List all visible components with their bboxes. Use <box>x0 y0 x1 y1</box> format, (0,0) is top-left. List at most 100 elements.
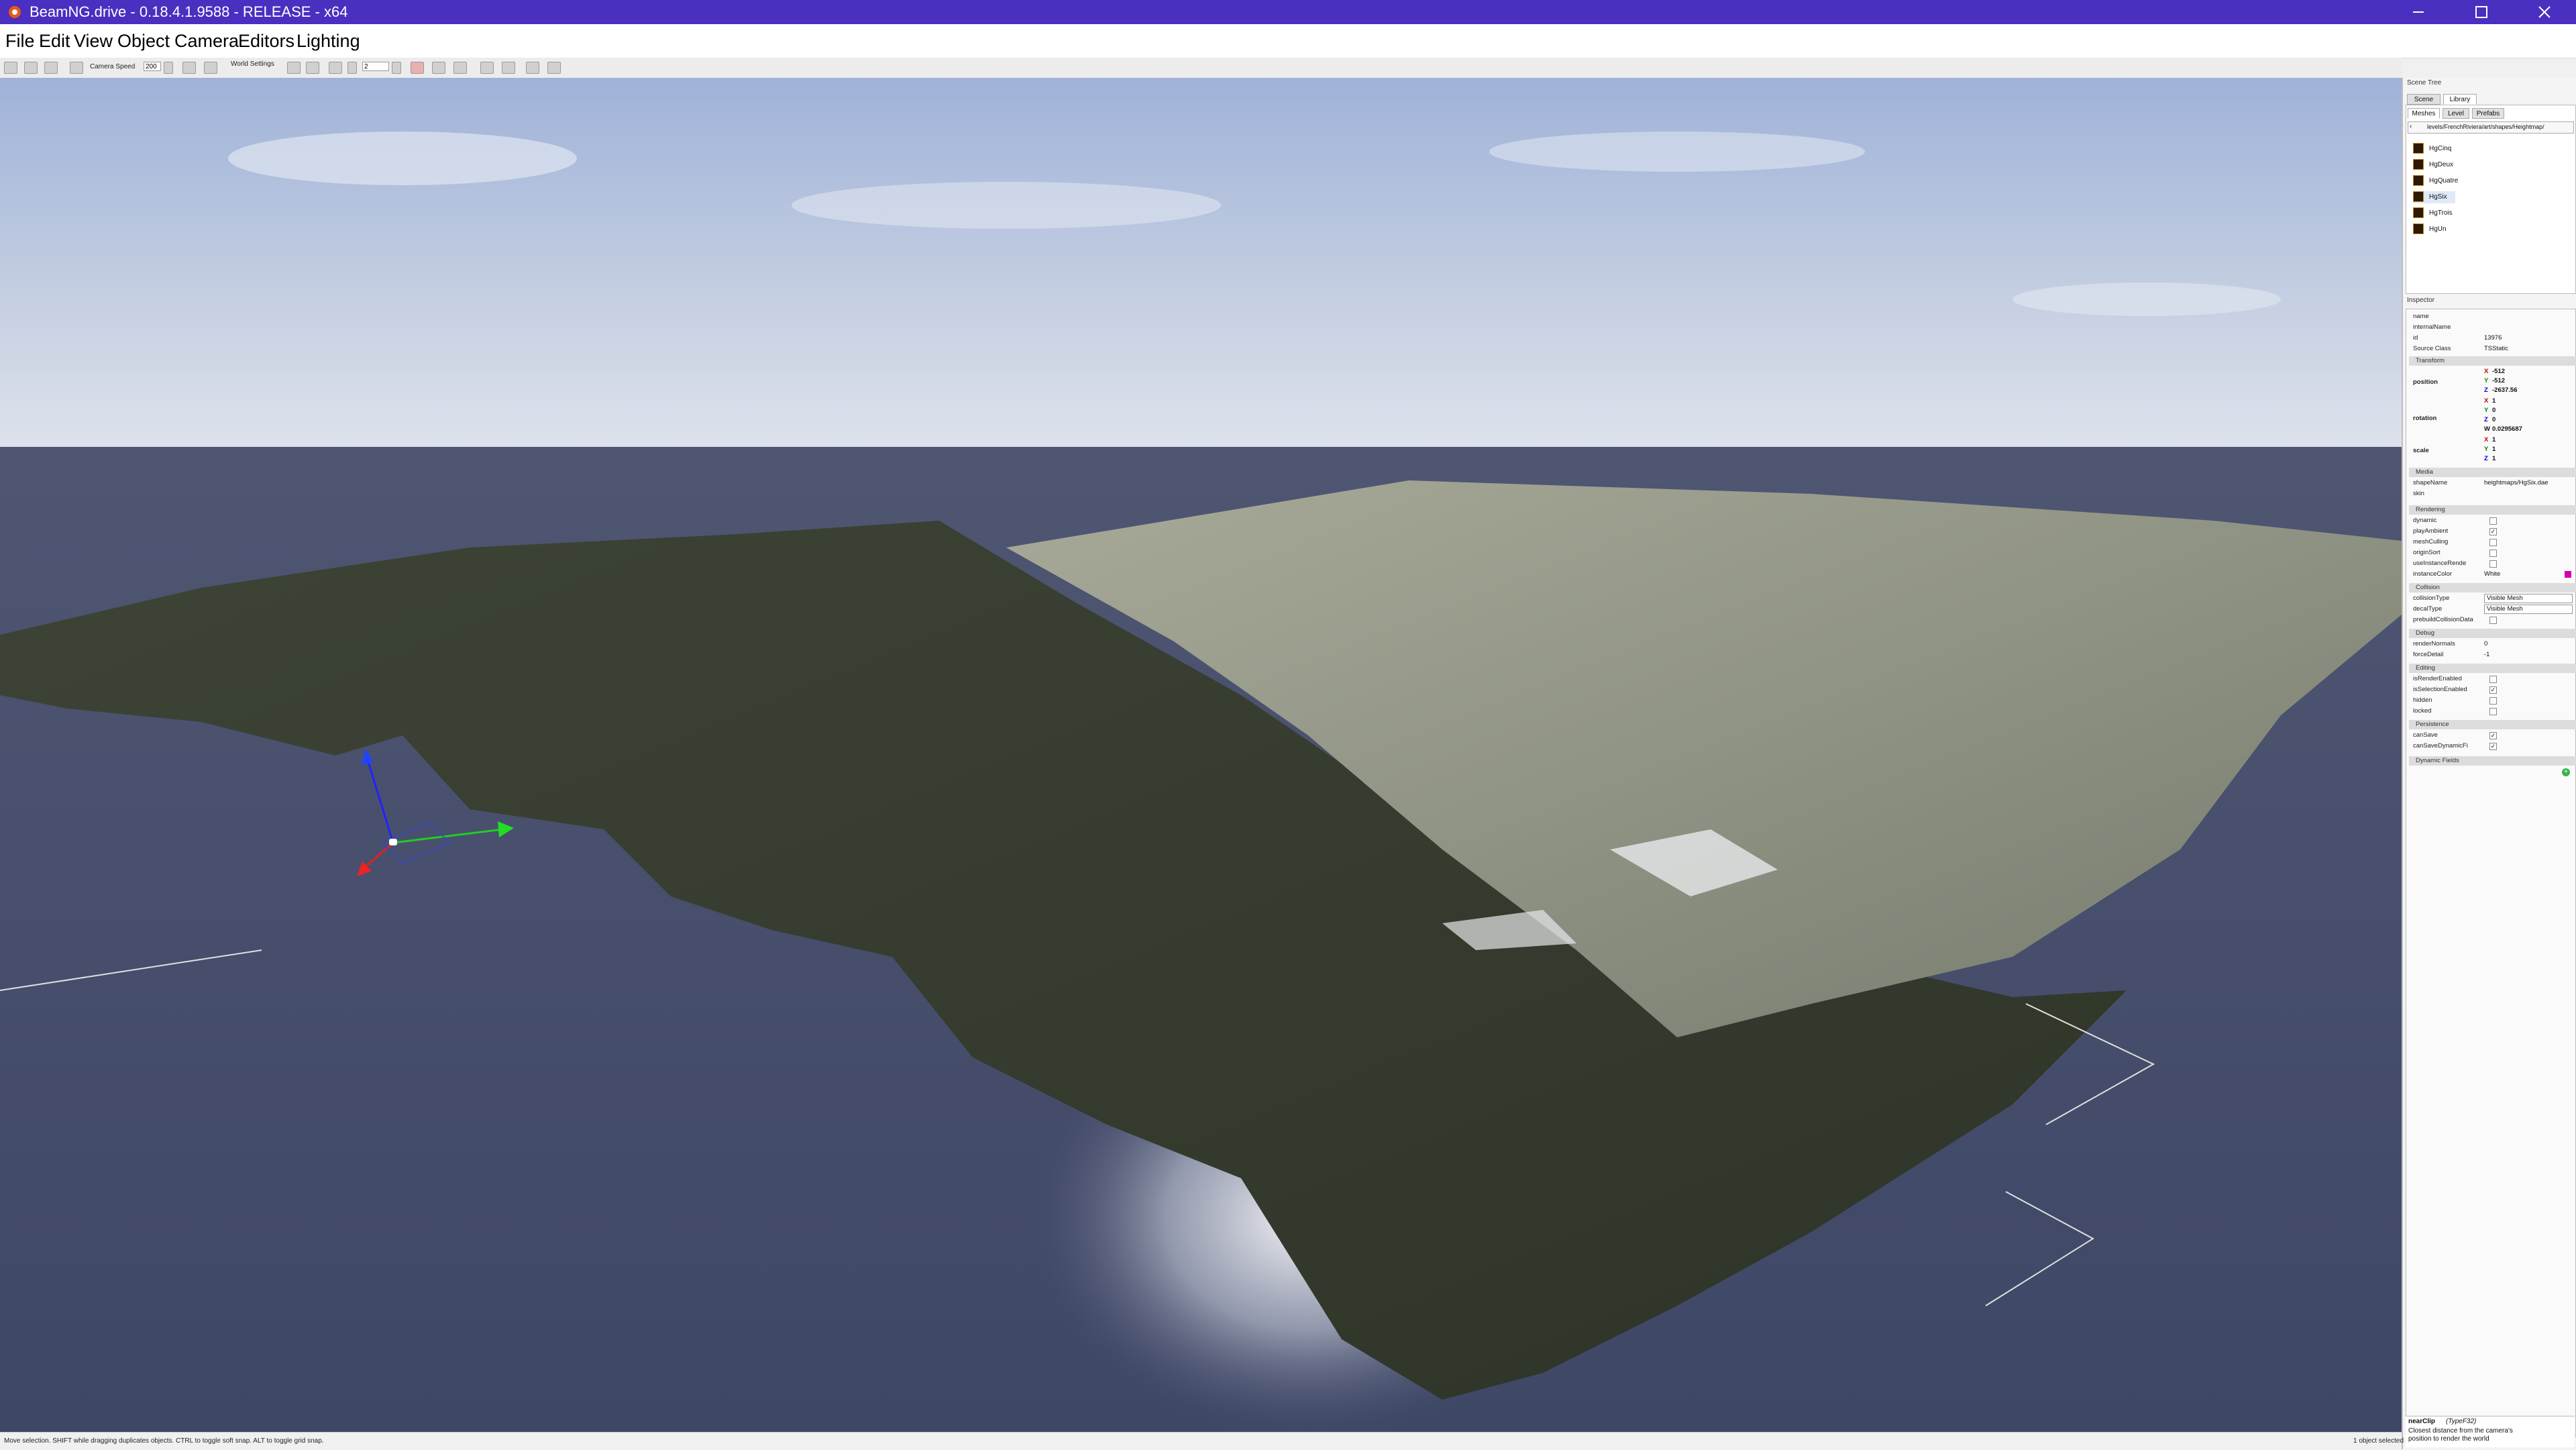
can-save-dynamic-checkbox[interactable]: ✓ <box>2489 743 2497 750</box>
position-y-field[interactable]: Y -512 <box>2484 376 2505 386</box>
snap-toggle-button[interactable] <box>287 62 301 74</box>
rotation-x-field[interactable]: X1 <box>2484 397 2496 406</box>
grid-button[interactable] <box>306 62 319 74</box>
tab-library[interactable]: Library <box>2443 94 2477 105</box>
library-item[interactable]: HgQuatre <box>2413 175 2458 187</box>
field-label: dynamic <box>2413 517 2437 524</box>
use-instance-render-checkbox[interactable] <box>2489 560 2497 568</box>
menu-object[interactable]: Object <box>117 31 170 51</box>
new-level-button[interactable] <box>4 62 17 74</box>
fullscreen-button[interactable] <box>204 62 217 74</box>
settings-button[interactable] <box>432 62 445 74</box>
section-persistence[interactable]: Persistence <box>2409 720 2576 729</box>
right-panel: Scene Tree Scene Library Meshes Level Pr… <box>2402 78 2576 1449</box>
field-source-class-value: TSStatic <box>2484 345 2508 352</box>
menu-view[interactable]: View <box>74 31 113 51</box>
snap-spinner[interactable] <box>392 62 401 74</box>
shape-name-value[interactable]: heightmaps/HgSix.dae <box>2484 478 2558 488</box>
back-arrow-icon[interactable]: ‹ <box>2410 123 2412 130</box>
menu-edit[interactable]: Edit <box>39 31 70 51</box>
rotation-z-field[interactable]: Z0 <box>2484 415 2496 425</box>
section-media[interactable]: Media <box>2409 468 2576 477</box>
scale-x-field[interactable]: X1 <box>2484 435 2496 445</box>
section-rendering[interactable]: Rendering <box>2409 505 2576 515</box>
snap-value-input[interactable]: 2 <box>362 62 389 71</box>
bounds-button[interactable] <box>329 62 342 74</box>
lighting-button[interactable] <box>453 62 467 74</box>
close-button[interactable] <box>2514 0 2575 24</box>
section-dynamic-fields[interactable]: Dynamic Fields <box>2409 756 2576 766</box>
menu-editors[interactable]: Editors <box>238 31 294 51</box>
scale-z-field[interactable]: Z1 <box>2484 454 2496 464</box>
drop-button[interactable] <box>480 62 494 74</box>
library-item[interactable]: HgCinq <box>2413 143 2451 155</box>
play-button[interactable] <box>44 62 58 74</box>
help-text: position to render the world <box>2408 1435 2489 1443</box>
vehicle-button[interactable] <box>526 62 539 74</box>
path-bar[interactable]: ‹ levels/FrenchRiviera/art/shapes/Height… <box>2408 121 2574 134</box>
translate-gizmo-icon[interactable] <box>342 749 523 903</box>
hidden-checkbox[interactable] <box>2489 697 2497 705</box>
open-level-button[interactable] <box>24 62 38 74</box>
bug-button[interactable] <box>547 62 561 74</box>
rotation-w-field[interactable]: W 0.0295687 <box>2484 425 2522 434</box>
library-item[interactable]: HgDeux <box>2413 159 2453 171</box>
field-label: decalType <box>2413 605 2443 613</box>
help-type: (TypeF32) <box>2446 1418 2477 1425</box>
tab-scene[interactable]: Scene <box>2407 94 2440 105</box>
camera-speed-spinner[interactable] <box>164 62 173 74</box>
section-editing[interactable]: Editing <box>2409 664 2576 673</box>
decal-type-select[interactable]: Visible Mesh <box>2484 605 2573 614</box>
minimize-button[interactable] <box>2388 0 2449 24</box>
menu-bar: File Edit View Object Camera Editors Lig… <box>0 24 2576 58</box>
world-settings-label[interactable]: World Settings <box>231 60 274 68</box>
3d-viewport[interactable] <box>0 78 2402 1432</box>
visibility-button[interactable] <box>182 62 196 74</box>
camera-speed-input[interactable]: 200 <box>144 62 161 71</box>
scene-tree-header: Scene Tree <box>2407 79 2442 87</box>
rotation-y-field[interactable]: Y0 <box>2484 406 2496 415</box>
field-label: name <box>2413 313 2429 320</box>
help-title: nearClip <box>2408 1418 2436 1425</box>
is-selection-enabled-checkbox[interactable]: ✓ <box>2489 686 2497 694</box>
dynamic-checkbox[interactable] <box>2489 517 2497 525</box>
status-selection: 1 object selected <box>2353 1437 2404 1445</box>
field-label: useInstanceRende <box>2413 560 2467 567</box>
position-z-field[interactable]: Z -2637.56 <box>2484 386 2518 395</box>
color-swatch[interactable] <box>2565 571 2571 578</box>
add-field-icon[interactable]: + <box>2562 768 2570 776</box>
instance-color-value[interactable]: White <box>2484 570 2500 579</box>
menu-file[interactable]: File <box>5 31 35 51</box>
field-id-value: 13976 <box>2484 334 2502 342</box>
force-detail-value[interactable]: -1 <box>2484 650 2489 660</box>
subtab-level[interactable]: Level <box>2443 108 2469 119</box>
subtab-meshes[interactable]: Meshes <box>2408 108 2440 119</box>
text-tool-button[interactable] <box>502 62 515 74</box>
field-label: forceDetail <box>2413 651 2444 658</box>
prebuild-collision-checkbox[interactable] <box>2489 617 2497 624</box>
menu-lighting[interactable]: Lighting <box>297 31 360 51</box>
maximize-button[interactable] <box>2451 0 2512 24</box>
position-x-field[interactable]: X -512 <box>2484 367 2505 376</box>
collision-type-select[interactable]: Visible Mesh <box>2484 594 2573 603</box>
origin-sort-checkbox[interactable] <box>2489 550 2497 557</box>
magnet-button[interactable] <box>347 62 357 74</box>
camera-icon[interactable] <box>70 62 83 74</box>
library-item[interactable]: HgTrois <box>2413 207 2453 219</box>
library-item[interactable]: HgUn <box>2413 223 2447 236</box>
subtab-prefabs[interactable]: Prefabs <box>2472 108 2504 119</box>
stop-button[interactable] <box>411 62 424 74</box>
section-debug[interactable]: Debug <box>2409 629 2576 638</box>
section-collision[interactable]: Collision <box>2409 583 2576 592</box>
scale-y-field[interactable]: Y1 <box>2484 445 2496 454</box>
section-transform[interactable]: Transform <box>2409 356 2576 366</box>
library-item-selected[interactable]: HgSix <box>2413 191 2455 203</box>
plays-ambient-checkbox[interactable]: ✓ <box>2489 528 2497 535</box>
render-normals-value[interactable]: 0 <box>2484 639 2487 649</box>
mesh-culling-checkbox[interactable] <box>2489 539 2497 546</box>
is-render-enabled-checkbox[interactable] <box>2489 676 2497 683</box>
locked-checkbox[interactable] <box>2489 708 2497 715</box>
mesh-icon <box>2413 191 2424 203</box>
can-save-checkbox[interactable]: ✓ <box>2489 732 2497 739</box>
menu-camera[interactable]: Camera <box>174 31 239 51</box>
